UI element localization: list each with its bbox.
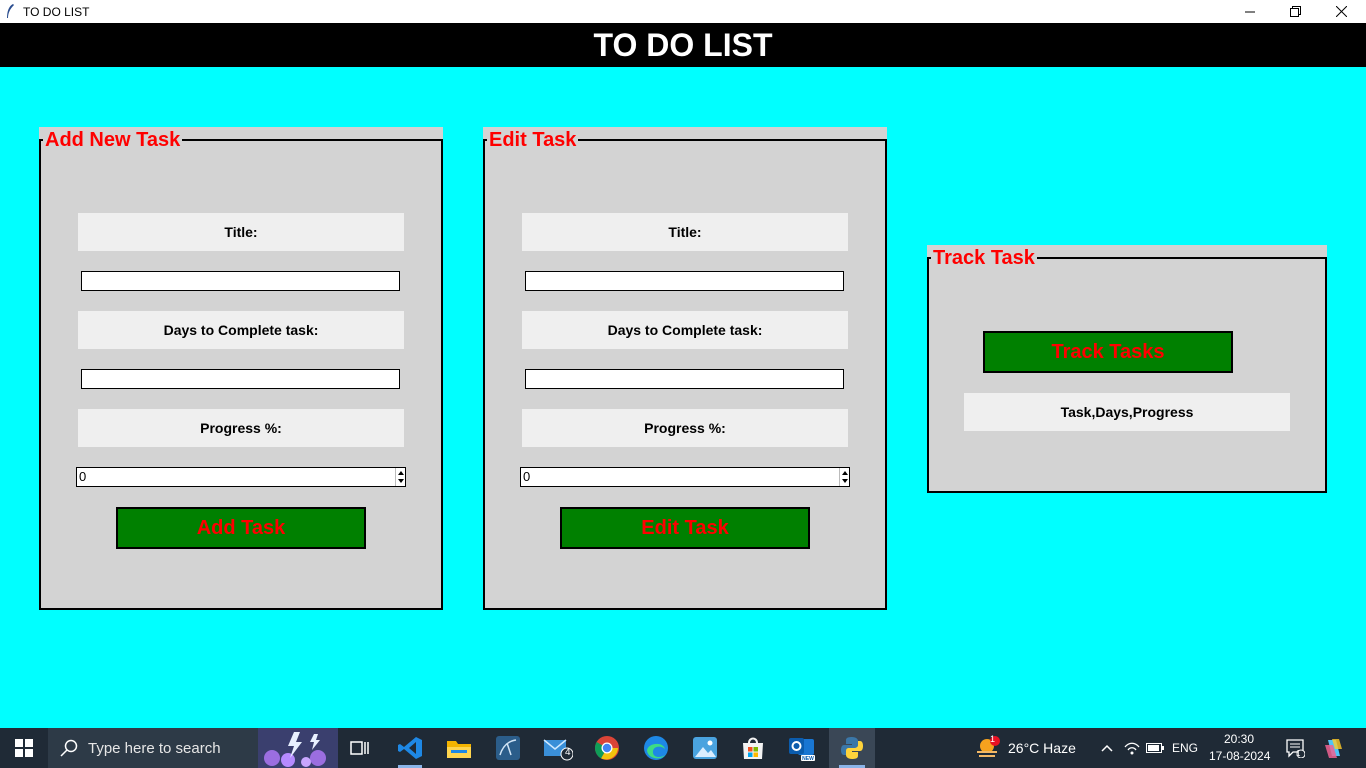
restore-button[interactable]	[1272, 0, 1318, 23]
mail-badge-count: 4	[565, 747, 571, 758]
clock-date[interactable]: 17-08-2024	[1209, 749, 1270, 763]
add-progress-spinbox[interactable]: 0	[76, 467, 406, 487]
restore-icon	[1289, 6, 1301, 17]
store-taskbar-button[interactable]	[731, 728, 775, 768]
chrome-taskbar-button[interactable]	[585, 728, 629, 768]
close-icon	[1335, 6, 1347, 17]
notification-icon	[1286, 739, 1305, 758]
window-title-bar: TO DO LIST	[0, 0, 1366, 23]
edit-progress-spinbox[interactable]: 0	[520, 467, 850, 487]
minimize-icon	[1245, 11, 1255, 12]
notification-center-button[interactable]: 1	[1281, 728, 1309, 768]
photos-taskbar-button[interactable]	[683, 728, 727, 768]
notification-badge-count: 1	[1296, 749, 1301, 758]
task-view-button[interactable]	[338, 728, 382, 768]
search-placeholder: Type here to search	[88, 740, 221, 757]
edit-task-legend: Edit Task	[487, 129, 579, 151]
close-button[interactable]	[1318, 0, 1364, 23]
feather-app-icon	[7, 4, 14, 18]
outlook-taskbar-button[interactable]: NEW	[780, 728, 824, 768]
add-title-input[interactable]	[81, 271, 400, 291]
file-explorer-icon	[447, 741, 471, 758]
mysql-workbench-icon	[496, 736, 520, 760]
add-title-label: Title:	[78, 213, 404, 251]
task-view-icon	[350, 741, 369, 755]
add-progress-value: 0	[79, 469, 87, 484]
weather-badge-count: 1	[990, 734, 996, 744]
start-icon	[15, 739, 33, 757]
edit-title-input[interactable]	[525, 271, 844, 291]
chrome-icon	[594, 736, 619, 760]
vscode-taskbar-button[interactable]	[388, 728, 432, 768]
spinbox-arrows-icon[interactable]	[395, 468, 405, 486]
store-icon	[743, 737, 763, 759]
copilot-icon	[1325, 739, 1342, 758]
network-status-button[interactable]	[1121, 728, 1143, 768]
track-task-legend: Track Task	[931, 247, 1037, 269]
language-indicator[interactable]: ENG	[1172, 741, 1198, 755]
edit-progress-label: Progress %:	[522, 409, 848, 447]
search-icon	[60, 739, 78, 757]
weather-text[interactable]: 26°C Haze	[1008, 740, 1076, 756]
python-taskbar-button[interactable]	[829, 728, 875, 768]
add-task-button[interactable]: Add Task	[116, 507, 366, 549]
taskbar-search-box[interactable]: Type here to search	[48, 728, 338, 768]
svg-text:NEW: NEW	[802, 756, 814, 762]
chevron-up-icon	[1101, 744, 1113, 752]
edit-progress-value: 0	[523, 469, 531, 484]
track-task-panel-frame	[927, 257, 1327, 493]
minimize-button[interactable]	[1227, 0, 1273, 23]
edit-days-label: Days to Complete task:	[522, 311, 848, 349]
edge-taskbar-button[interactable]	[634, 728, 678, 768]
edit-days-input[interactable]	[525, 369, 844, 389]
copilot-button[interactable]	[1318, 728, 1348, 768]
start-button[interactable]	[0, 728, 48, 768]
track-output-label: Task,Days,Progress	[964, 393, 1290, 431]
edge-icon	[644, 736, 668, 760]
vscode-icon	[398, 737, 422, 759]
add-progress-label: Progress %:	[78, 409, 404, 447]
windows-taskbar: Type here to search 4 NEW 1 26°C Haze EN…	[0, 728, 1366, 768]
show-hidden-icons-button[interactable]	[1096, 728, 1118, 768]
weather-widget-button[interactable]: 1	[970, 728, 1004, 768]
photos-icon	[693, 737, 717, 759]
python-icon	[841, 737, 863, 759]
weather-haze-icon	[977, 736, 1000, 757]
edit-task-button[interactable]: Edit Task	[560, 507, 810, 549]
clock-time[interactable]: 20:30	[1224, 732, 1254, 746]
window-title: TO DO LIST	[23, 5, 90, 19]
battery-icon	[1146, 743, 1164, 753]
outlook-icon: NEW	[789, 738, 815, 762]
battery-status-button[interactable]	[1144, 728, 1166, 768]
add-days-label: Days to Complete task:	[78, 311, 404, 349]
wifi-icon	[1124, 742, 1140, 755]
search-highlight-thunder-icon	[258, 728, 338, 768]
add-days-input[interactable]	[81, 369, 400, 389]
file-explorer-taskbar-button[interactable]	[437, 728, 481, 768]
edit-title-label: Title:	[522, 213, 848, 251]
mail-taskbar-button[interactable]: 4	[536, 728, 580, 768]
add-task-legend: Add New Task	[43, 129, 183, 151]
app-header-title: TO DO LIST	[0, 23, 1366, 67]
spinbox-arrows-icon[interactable]	[839, 468, 849, 486]
mysql-workbench-taskbar-button[interactable]	[486, 728, 530, 768]
track-tasks-button[interactable]: Track Tasks	[983, 331, 1233, 373]
